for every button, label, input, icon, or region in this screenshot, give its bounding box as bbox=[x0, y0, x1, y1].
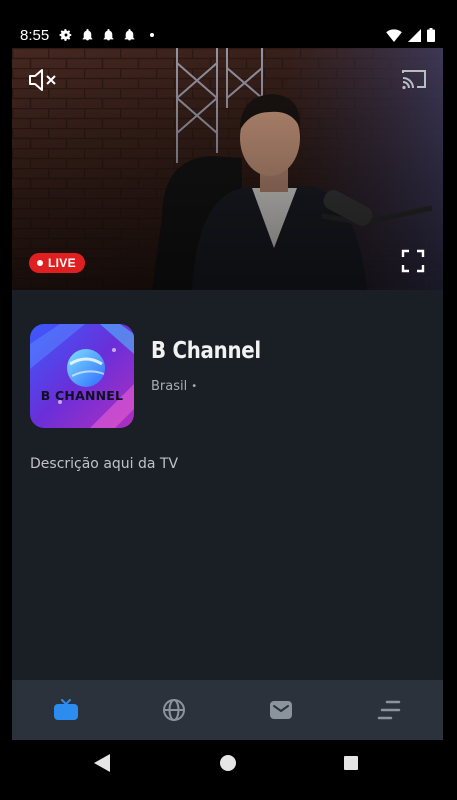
bell-icon bbox=[124, 29, 135, 41]
nav-item-mail[interactable] bbox=[251, 680, 311, 740]
mute-icon[interactable] bbox=[28, 68, 58, 92]
channel-name: B Channel bbox=[151, 338, 261, 364]
status-time: 8:55 bbox=[20, 26, 50, 44]
bell-icon bbox=[82, 29, 93, 41]
meta-separator: • bbox=[191, 381, 198, 392]
menu-icon bbox=[377, 700, 401, 720]
globe-icon bbox=[162, 699, 185, 721]
mail-icon bbox=[270, 701, 293, 719]
live-badge: LIVE bbox=[29, 253, 85, 273]
fullscreen-icon[interactable] bbox=[401, 249, 425, 273]
nav-item-tv[interactable] bbox=[36, 680, 96, 740]
status-bar: 8:55 bbox=[12, 22, 443, 48]
channel-description: Descrição aqui da TV bbox=[30, 456, 179, 472]
bottom-nav bbox=[12, 680, 443, 740]
signal-icon bbox=[408, 28, 421, 42]
nav-item-menu[interactable] bbox=[359, 680, 419, 740]
cast-icon[interactable] bbox=[401, 68, 427, 90]
channel-meta: Brasil • bbox=[151, 379, 197, 394]
app-screen: 8:55 LIVE B CHANNEL B Channel Brasil • D… bbox=[12, 22, 443, 740]
back-icon[interactable] bbox=[94, 754, 110, 772]
nav-item-globe[interactable] bbox=[144, 680, 204, 740]
device-frame: 8:55 LIVE B CHANNEL B Channel Brasil • D… bbox=[0, 0, 457, 800]
wifi-icon bbox=[386, 28, 402, 42]
live-label: LIVE bbox=[48, 256, 76, 270]
tv-icon bbox=[53, 699, 78, 720]
battery-icon bbox=[427, 28, 435, 42]
home-icon[interactable] bbox=[220, 755, 236, 771]
channel-logo: B CHANNEL bbox=[30, 324, 134, 428]
channel-logo-text: B CHANNEL bbox=[40, 388, 124, 403]
live-dot bbox=[37, 260, 43, 266]
dot-icon bbox=[150, 33, 155, 37]
channel-country: Brasil bbox=[151, 379, 188, 394]
recents-icon[interactable] bbox=[344, 756, 358, 770]
video-player[interactable]: LIVE bbox=[12, 48, 443, 290]
bell-icon bbox=[103, 29, 114, 41]
gear-icon bbox=[59, 29, 72, 41]
